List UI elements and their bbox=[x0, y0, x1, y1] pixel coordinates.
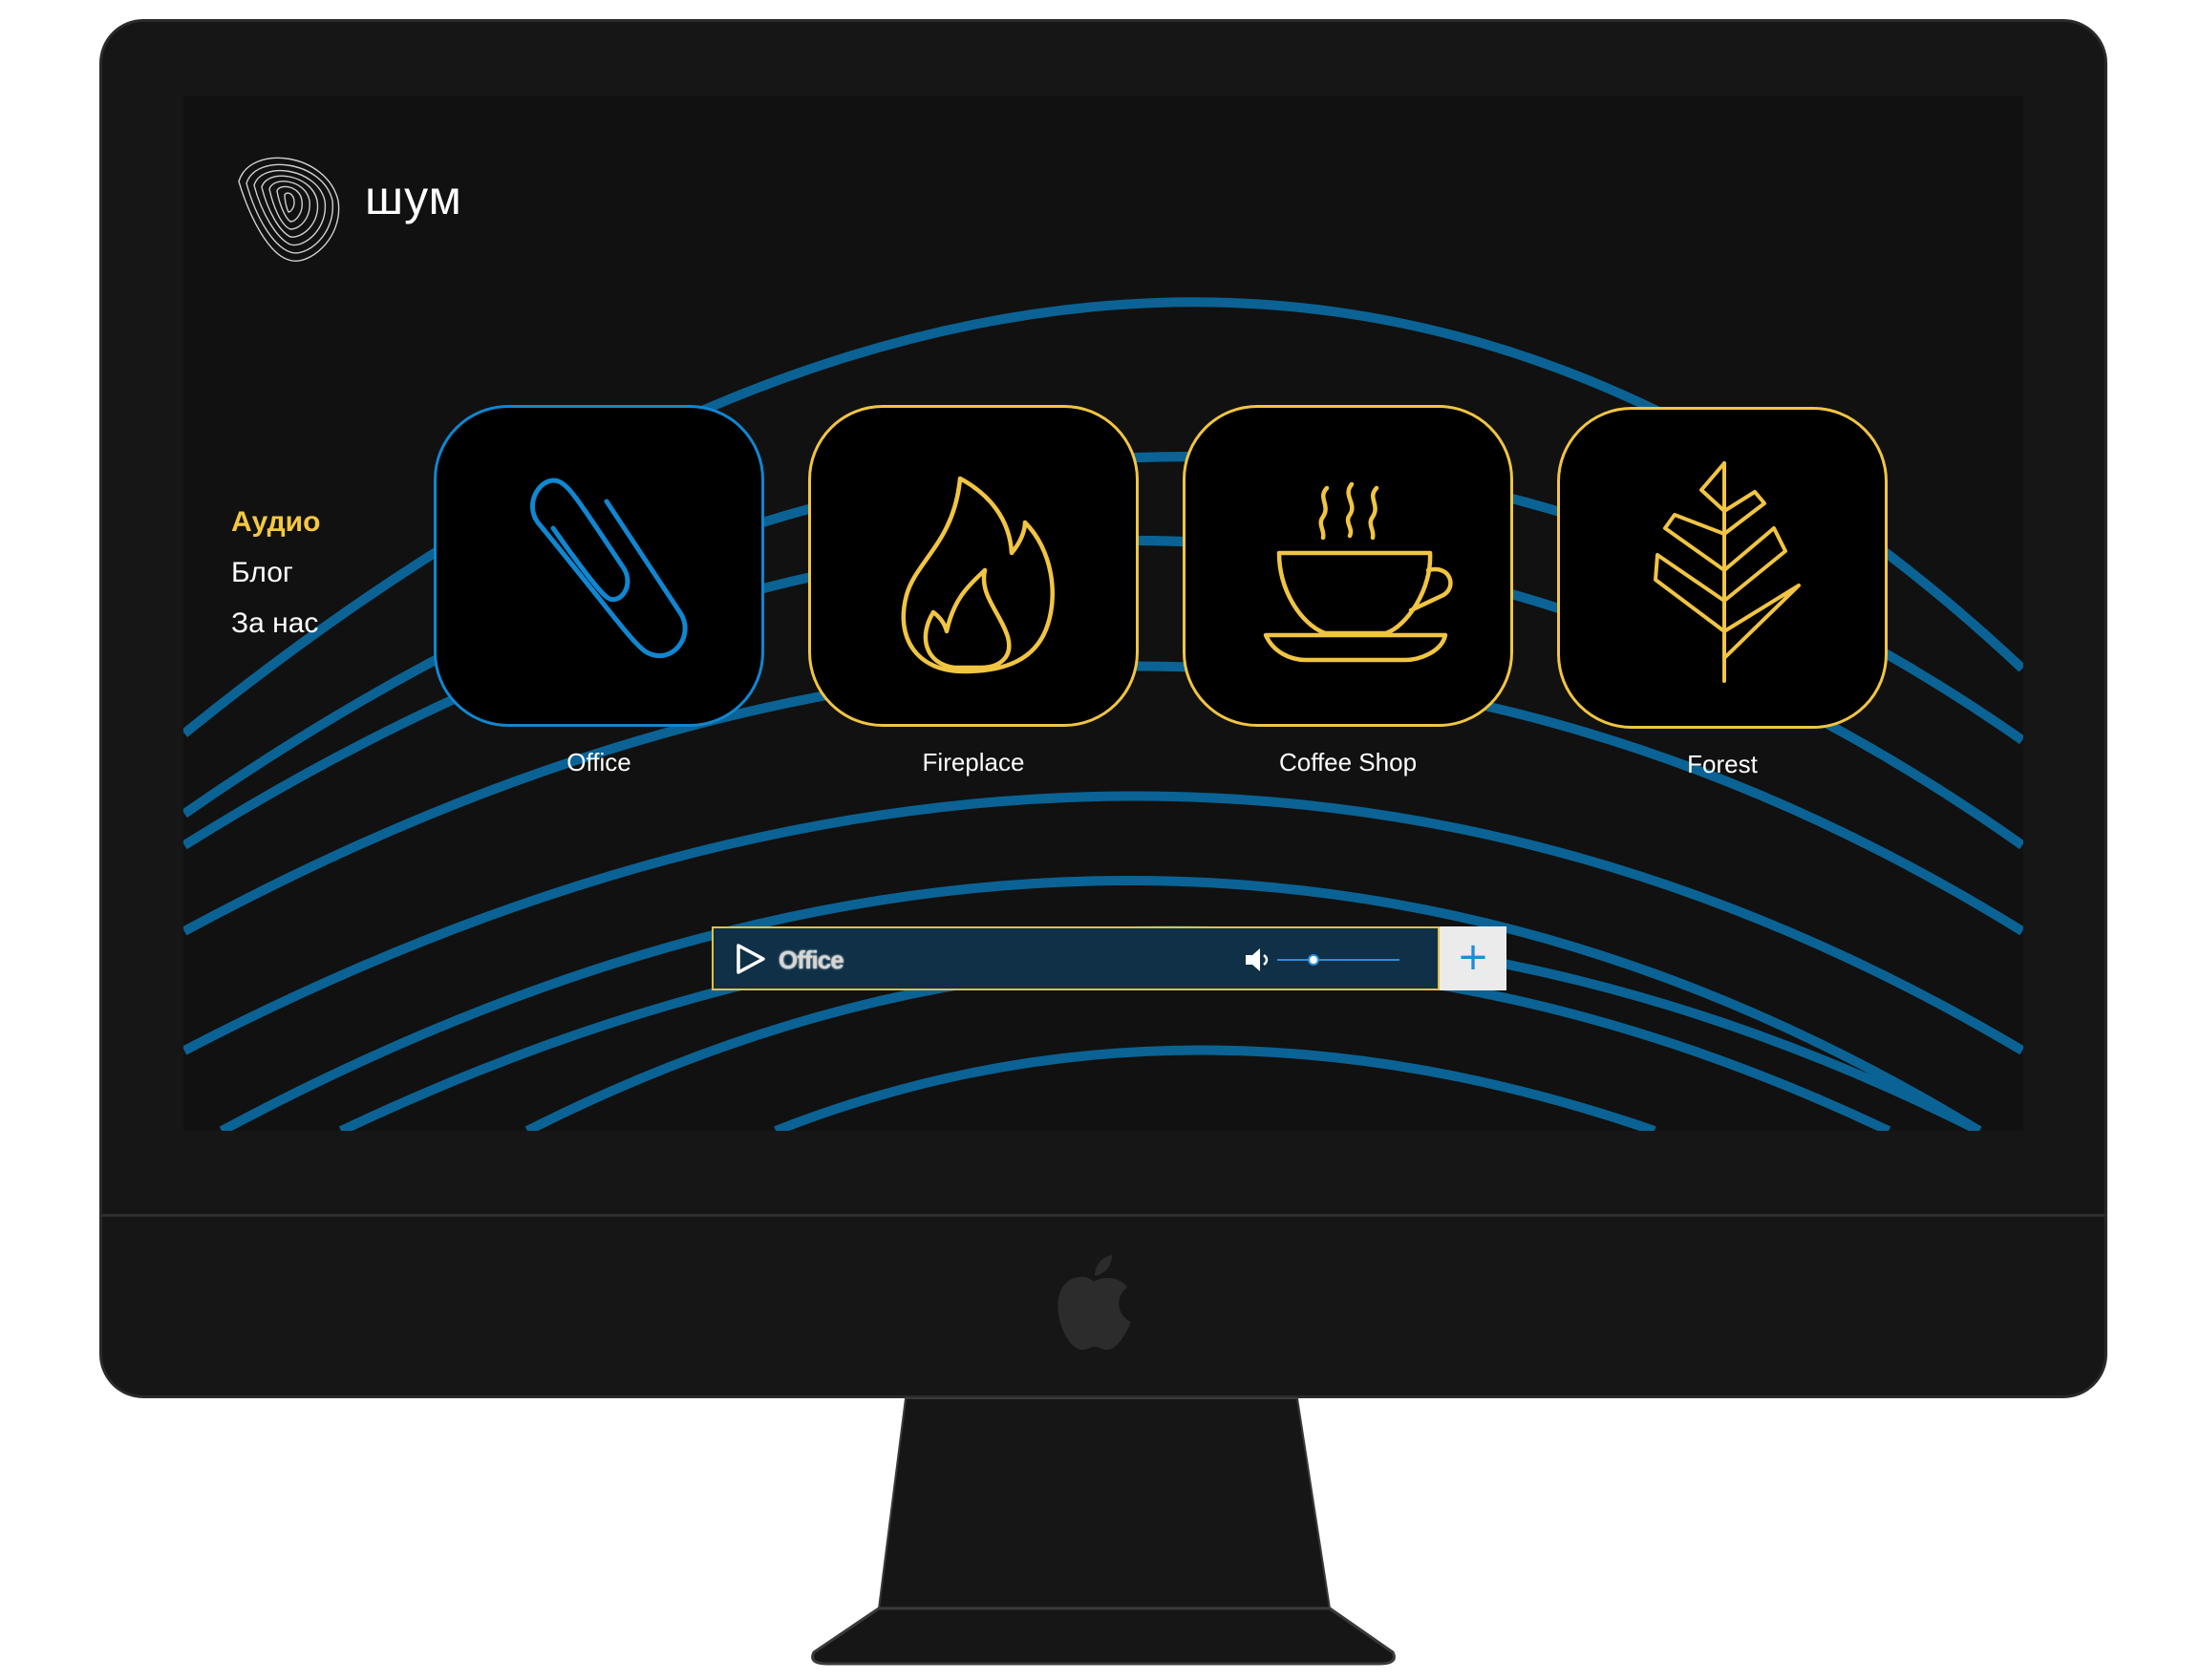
coffee-cup-icon bbox=[1263, 481, 1453, 663]
tile-office[interactable] bbox=[434, 405, 764, 727]
fingerprint-swirl-icon bbox=[238, 157, 340, 262]
screen: шум Аудио Блог За нас Office Fireplace C… bbox=[183, 96, 2023, 1131]
apple-logo-icon bbox=[1057, 1255, 1131, 1350]
tile-forest[interactable] bbox=[1557, 407, 1888, 729]
volume-slider-track[interactable] bbox=[1277, 959, 1399, 961]
tile-fireplace[interactable] bbox=[808, 405, 1139, 727]
tile-label-fireplace: Fireplace bbox=[922, 748, 1025, 776]
play-icon[interactable] bbox=[733, 942, 767, 976]
monitor-stand bbox=[811, 1397, 1396, 1666]
nav-item-audio[interactable]: Аудио bbox=[231, 506, 320, 539]
flame-icon bbox=[901, 476, 1055, 674]
leaf-icon bbox=[1654, 461, 1801, 683]
tile-label-forest: Forest bbox=[1687, 750, 1758, 778]
tile-label-coffee-shop: Coffee Shop bbox=[1278, 748, 1418, 776]
paperclip-icon bbox=[530, 478, 688, 659]
volume-slider-knob[interactable] bbox=[1308, 954, 1320, 966]
main-nav: Аудио Блог За нас bbox=[231, 506, 320, 658]
volume-icon[interactable] bbox=[1243, 946, 1273, 974]
add-track-button[interactable]: + bbox=[1440, 926, 1506, 990]
brand-name: шум bbox=[365, 171, 462, 224]
monitor-chin-divider bbox=[99, 1214, 2107, 1217]
nav-item-blog[interactable]: Блог bbox=[231, 557, 320, 589]
audio-player: Office bbox=[712, 926, 1440, 990]
tile-label-office: Office bbox=[566, 748, 631, 776]
tile-coffee-shop[interactable] bbox=[1183, 405, 1513, 727]
nav-item-about[interactable]: За нас bbox=[231, 607, 320, 640]
track-title: Office bbox=[779, 946, 844, 974]
